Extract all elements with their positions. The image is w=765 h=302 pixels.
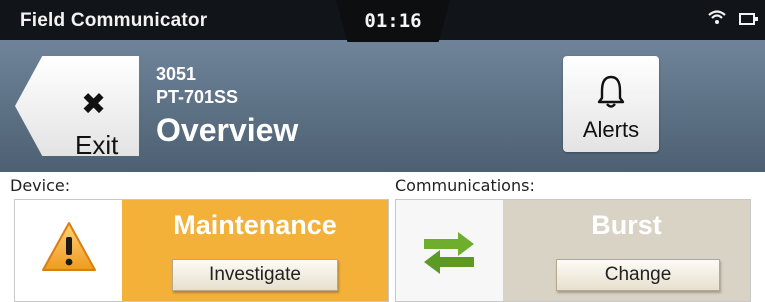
communications-icon-cell — [396, 200, 503, 301]
investigate-button[interactable]: Investigate — [172, 259, 338, 291]
device-icon-cell — [15, 200, 122, 301]
device-section-label: Device: — [10, 176, 71, 195]
page-title: Overview — [156, 112, 299, 148]
warning-icon — [40, 220, 98, 278]
app-title: Field Communicator — [20, 10, 208, 31]
exit-label: Exit — [75, 130, 119, 160]
device-status-label: Maintenance — [173, 210, 337, 240]
bell-icon — [597, 74, 625, 114]
device-model: 3051 — [156, 64, 197, 84]
device-status-card: Maintenance Investigate — [14, 199, 389, 302]
communications-status-label: Burst — [591, 210, 662, 240]
alerts-label: Alerts — [582, 117, 640, 142]
exit-button[interactable]: ✖ Exit — [15, 56, 139, 156]
status-icons — [707, 9, 758, 29]
clock: 01:16 — [364, 10, 422, 32]
change-button[interactable]: Change — [556, 259, 720, 291]
alerts-button[interactable]: Alerts — [563, 56, 659, 152]
battery-icon — [739, 13, 758, 25]
wifi-icon — [707, 9, 727, 29]
transfer-arrows-icon — [422, 230, 476, 280]
communications-status-card: Burst Change — [395, 199, 751, 302]
communications-section-label: Communications: — [395, 176, 535, 195]
device-tag: PT-701SS — [156, 87, 239, 107]
communications-status-cell: Burst Change — [503, 200, 750, 301]
close-icon: ✖ — [81, 87, 107, 122]
header: ✖ Exit 3051 PT-701SS Overview Alerts — [0, 40, 765, 172]
device-status-cell: Maintenance Investigate — [122, 200, 388, 301]
